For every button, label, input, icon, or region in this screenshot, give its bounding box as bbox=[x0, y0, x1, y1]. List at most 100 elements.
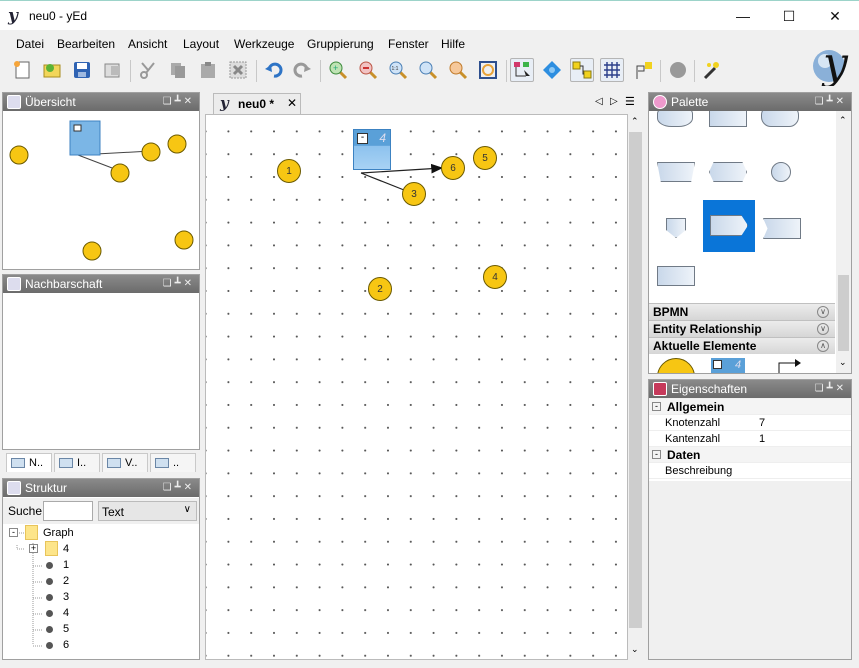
group-node-4[interactable]: - 4 bbox=[353, 129, 391, 170]
panel-controls[interactable]: ❏┻✕ bbox=[815, 93, 847, 111]
tree-node[interactable]: 6 bbox=[63, 639, 69, 651]
new-document-button[interactable] bbox=[10, 58, 34, 82]
paste-button[interactable] bbox=[196, 58, 220, 82]
undo-button[interactable] bbox=[262, 58, 286, 82]
grid-button[interactable] bbox=[600, 58, 624, 82]
orthogonal-edges-button[interactable] bbox=[570, 58, 594, 82]
panel-controls[interactable]: ❏┻✕ bbox=[163, 93, 195, 111]
graph-node-4[interactable]: 4 bbox=[483, 265, 507, 289]
tree-node[interactable]: 2 bbox=[63, 575, 69, 587]
menu-bearbeiten[interactable]: Bearbeiten bbox=[57, 37, 115, 51]
navigate-button[interactable] bbox=[540, 58, 564, 82]
document-tab[interactable]: y neu0 * ✕ bbox=[213, 93, 301, 114]
property-value[interactable]: 7 bbox=[759, 415, 765, 431]
menu-datei[interactable]: Datei bbox=[16, 37, 44, 51]
recent-circle-node[interactable] bbox=[657, 358, 695, 373]
scroll-down-icon[interactable]: ⌄ bbox=[631, 644, 639, 655]
shape-chevron-notch[interactable] bbox=[763, 218, 801, 239]
snap-lines-button[interactable] bbox=[632, 58, 656, 82]
graph-node-3[interactable]: 3 bbox=[402, 182, 426, 206]
property-row[interactable]: Knotenzahl 7 bbox=[649, 415, 851, 431]
palette-section-entity-relationship[interactable]: Entity Relationship ∨ bbox=[649, 320, 835, 337]
group-allgemein[interactable]: - Allgemein bbox=[649, 399, 851, 415]
maximize-button[interactable]: ☐ bbox=[766, 1, 812, 31]
tree-group-4[interactable]: 4 bbox=[63, 543, 69, 555]
property-value[interactable]: 1 bbox=[759, 431, 765, 447]
fit-content-button[interactable] bbox=[476, 58, 500, 82]
scroll-thumb[interactable] bbox=[838, 275, 849, 351]
tab-other[interactable]: .. bbox=[150, 453, 196, 472]
tree-node[interactable]: 3 bbox=[63, 591, 69, 603]
shape-hexagon[interactable] bbox=[709, 162, 747, 182]
tab-scroll-right-icon[interactable]: ▷ bbox=[610, 96, 618, 107]
tree-node[interactable]: 5 bbox=[63, 623, 69, 635]
tab-info[interactable]: I.. bbox=[54, 453, 100, 472]
tab-scroll-left-icon[interactable]: ◁ bbox=[595, 96, 603, 107]
shape-trapezoid[interactable] bbox=[657, 162, 695, 182]
shape-rounded[interactable] bbox=[761, 111, 799, 127]
panel-controls[interactable]: ❏┻✕ bbox=[163, 479, 195, 497]
group-daten[interactable]: - Daten bbox=[649, 447, 851, 463]
search-input[interactable] bbox=[43, 501, 93, 521]
layout-blob-button[interactable] bbox=[666, 58, 690, 82]
menu-gruppierung[interactable]: Gruppierung bbox=[307, 37, 374, 51]
print-button[interactable] bbox=[100, 58, 124, 82]
panel-controls[interactable]: ❏┻✕ bbox=[163, 275, 195, 293]
shape-rectangle[interactable] bbox=[709, 111, 747, 127]
palette-scrollbar[interactable]: ⌃ ⌄ bbox=[836, 111, 851, 373]
filter-select[interactable]: Text ∨ bbox=[98, 501, 197, 521]
recent-edge-arrow[interactable] bbox=[777, 357, 803, 373]
tab-view[interactable]: V.. bbox=[102, 453, 148, 472]
menu-ansicht[interactable]: Ansicht bbox=[128, 37, 167, 51]
tab-neighborhood[interactable]: N.. bbox=[6, 453, 52, 472]
shape-circle[interactable] bbox=[771, 162, 791, 182]
shape-bracket[interactable] bbox=[657, 266, 695, 286]
overview-canvas[interactable] bbox=[3, 111, 199, 269]
delete-button[interactable] bbox=[226, 58, 250, 82]
shape-cloud[interactable] bbox=[657, 111, 693, 127]
palette-section-bpmn[interactable]: BPMN ∨ bbox=[649, 303, 835, 320]
cut-button[interactable] bbox=[136, 58, 160, 82]
tree-node[interactable]: 1 bbox=[63, 559, 69, 571]
edit-mode-button[interactable] bbox=[510, 58, 534, 82]
magic-wand-button[interactable] bbox=[700, 58, 724, 82]
property-row[interactable]: Beschreibung bbox=[649, 463, 851, 479]
collapse-toggle[interactable]: - bbox=[9, 528, 18, 537]
expand-toggle[interactable]: + bbox=[29, 544, 38, 553]
palette-section-aktuelle-elemente[interactable]: Aktuelle Elemente ∧ bbox=[649, 337, 835, 354]
tree-node[interactable]: 4 bbox=[63, 607, 69, 619]
graph-node-2[interactable]: 2 bbox=[368, 277, 392, 301]
panel-controls[interactable]: ❏┻✕ bbox=[815, 380, 847, 398]
zoom-out-button[interactable] bbox=[356, 58, 380, 82]
graph-node-5[interactable]: 5 bbox=[473, 146, 497, 170]
save-button[interactable] bbox=[70, 58, 94, 82]
menu-werkzeuge[interactable]: Werkzeuge bbox=[234, 37, 294, 51]
tab-list-icon[interactable]: ☰ bbox=[625, 95, 635, 108]
redo-button[interactable] bbox=[290, 58, 314, 82]
property-row[interactable]: Kantenzahl 1 bbox=[649, 431, 851, 447]
shape-selected-highlight[interactable] bbox=[703, 200, 755, 252]
zoom-area-button[interactable] bbox=[446, 58, 470, 82]
collapse-icon[interactable]: - bbox=[652, 402, 661, 411]
tree-root-graph[interactable]: Graph bbox=[43, 527, 74, 539]
recent-group-node[interactable]: 4 bbox=[711, 358, 745, 373]
copy-button[interactable] bbox=[166, 58, 190, 82]
open-button[interactable] bbox=[40, 58, 64, 82]
close-button[interactable]: ✕ bbox=[812, 1, 858, 31]
collapse-group-icon[interactable]: - bbox=[357, 133, 368, 144]
zoom-100-button[interactable]: 1:1 bbox=[386, 58, 410, 82]
menu-layout[interactable]: Layout bbox=[183, 37, 219, 51]
scroll-up-icon[interactable]: ⌃ bbox=[631, 116, 639, 127]
graph-node-6[interactable]: 6 bbox=[441, 156, 465, 180]
shape-pentagon[interactable] bbox=[666, 218, 686, 238]
scroll-down-icon[interactable]: ⌄ bbox=[839, 357, 847, 368]
zoom-fit-button[interactable] bbox=[416, 58, 440, 82]
scroll-up-icon[interactable]: ⌃ bbox=[839, 115, 847, 126]
scroll-thumb[interactable] bbox=[629, 132, 642, 628]
collapse-icon[interactable]: - bbox=[652, 450, 661, 459]
close-tab-icon[interactable]: ✕ bbox=[287, 96, 297, 110]
graph-node-1[interactable]: 1 bbox=[277, 159, 301, 183]
menu-hilfe[interactable]: Hilfe bbox=[441, 37, 465, 51]
canvas-vertical-scrollbar[interactable]: ⌃ ⌄ bbox=[628, 114, 643, 660]
menu-fenster[interactable]: Fenster bbox=[388, 37, 429, 51]
